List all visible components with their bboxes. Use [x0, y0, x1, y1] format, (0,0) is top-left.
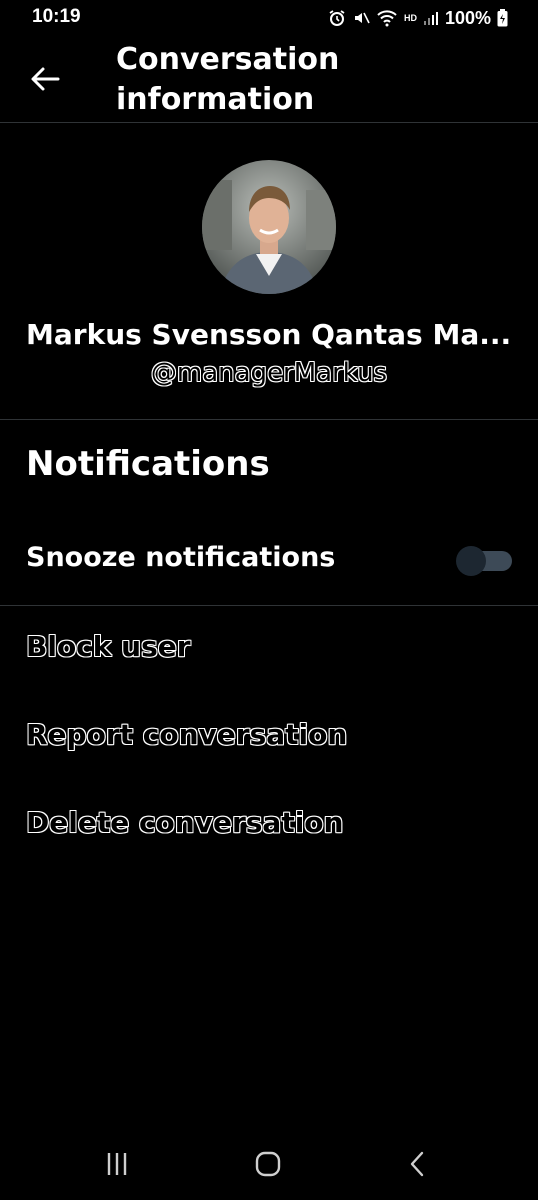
status-time: 10:19	[32, 6, 81, 27]
page-title: Conversation information	[116, 42, 340, 117]
profile-name: Markus Svensson Qantas Ma...	[26, 318, 512, 351]
back-button[interactable]	[24, 58, 66, 100]
notifications-divider	[0, 605, 538, 606]
home-button[interactable]	[248, 1144, 288, 1184]
profile-divider	[0, 419, 538, 420]
arrow-left-icon	[31, 67, 60, 91]
profile-handle[interactable]: @managerMarkus	[0, 358, 538, 388]
header: Conversation information	[0, 36, 538, 122]
avatar[interactable]	[202, 160, 336, 294]
signal-icon	[423, 12, 438, 25]
snooze-notifications-row[interactable]: Snooze notifications	[0, 530, 538, 590]
recent-apps-button[interactable]	[97, 1144, 137, 1184]
home-icon	[255, 1151, 281, 1177]
nav-back-button[interactable]	[398, 1144, 438, 1184]
profile-photo	[202, 160, 336, 294]
status-bar: 10:19 HD 100%	[0, 0, 538, 36]
battery-percent: 100%	[444, 7, 491, 28]
report-conversation-button[interactable]: Report conversation	[26, 718, 347, 751]
status-icons: HD 100%	[328, 6, 508, 30]
mute-icon	[354, 12, 370, 24]
block-user-button[interactable]: Block user	[26, 630, 191, 663]
notifications-section-title: Notifications	[26, 444, 270, 484]
system-nav-bar	[0, 1130, 538, 1200]
snooze-notifications-toggle[interactable]	[456, 546, 512, 576]
network-type: HD	[403, 13, 417, 23]
header-divider	[0, 122, 538, 123]
recent-apps-icon	[107, 1153, 127, 1175]
alarm-icon	[329, 10, 345, 26]
snooze-notifications-label: Snooze notifications	[26, 542, 336, 573]
toggle-thumb	[456, 546, 486, 576]
wifi-icon	[377, 10, 397, 27]
battery-icon	[497, 9, 508, 27]
delete-conversation-button[interactable]: Delete conversation	[26, 806, 343, 839]
back-icon	[410, 1151, 424, 1177]
